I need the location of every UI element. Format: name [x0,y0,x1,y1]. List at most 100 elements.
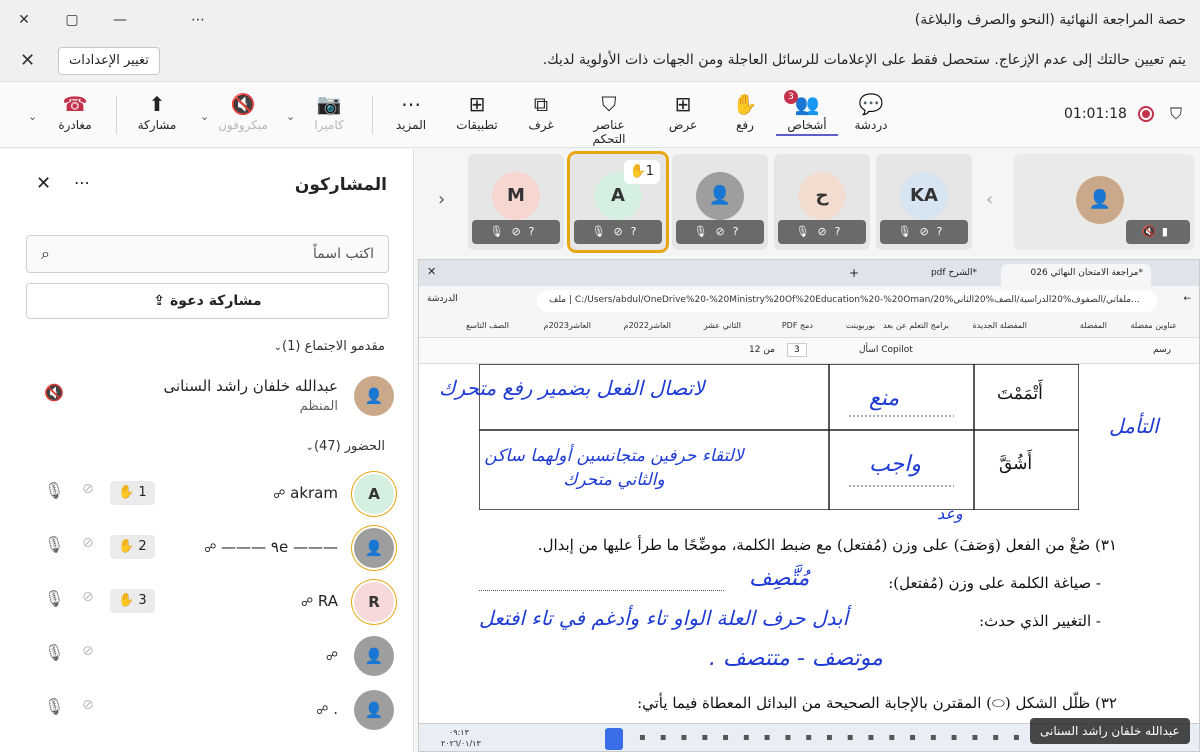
camera-off-icon: 📷 [316,92,342,116]
participant-row[interactable]: 👤 . ☍ ⊘ 🎙 [26,687,394,733]
video-strip: › M 🎙⊘? A ✋1 🎙⊘? 👤 🎙⊘? ح 🎙⊘? KA 🎙⊘? ‹ 👤 🔇▮ [414,149,1200,259]
chevron-down-icon: ⌄ [305,442,314,453]
share-invite-button[interactable]: ⇪ مشاركة دعوة [26,283,389,319]
mic-off-icon: 🎙 [44,481,65,500]
browser-tab[interactable]: *مراجعة الامتحان النهائي 026 [1001,264,1151,286]
participant-video-tile[interactable]: 👤 🎙⊘? [672,154,768,250]
handwriting-q31-top: وعد [937,504,963,523]
taskbar-mic-icon[interactable] [605,728,623,750]
tile-status-bar: 🎙⊘? [778,220,866,244]
bookmark-item[interactable]: المفضلة [1080,321,1107,330]
share-screen-icon: ⬆ [148,92,166,116]
participants-panel: ✕ ⋯ المشاركون ⌕ اكتب اسماً ⇪ مشاركة دعوة… [0,149,414,752]
avatar: 👤 [354,636,394,676]
bookmark-item[interactable]: عناوين مفضلة [1130,321,1177,330]
tile-avatar: KA [900,172,948,220]
close-window-icon[interactable]: ✕ [0,0,48,40]
close-panel-icon[interactable]: ✕ [36,173,51,194]
mic-off-icon: 🎙 [44,643,65,662]
panel-more-icon[interactable]: ⋯ [74,173,90,192]
taskbar-app-icons[interactable]: ▪▪▪▪▪▪▪▪▪▪▪▪▪▪▪▪▪▪▪ [639,732,1034,743]
maximize-window-icon[interactable]: ▢ [48,0,96,40]
participant-video-tile[interactable]: ح 🎙⊘? [774,154,870,250]
guest-icon: ☍ [316,703,329,717]
leave-options-chevron-icon[interactable]: ⌄ [28,110,37,123]
mic-options-chevron-icon[interactable]: ⌄ [200,110,209,123]
strip-prev-arrow-icon[interactable]: ‹ [986,189,993,210]
rooms-button[interactable]: ⧉ غرف [510,90,572,142]
mic-button[interactable]: 🔇 ميكروفون [212,90,274,142]
share-icon: ⇪ [153,293,171,309]
divider [372,96,373,134]
pdf-page-total: من 12 [749,345,775,355]
bookmark-item[interactable]: الثاني عشر [704,321,741,330]
camera-off-icon: ⊘ [82,535,94,551]
notification-text: يتم تعيين حالتك إلى عدم الإزعاج. ستحصل ف… [542,52,1186,68]
meeting-toolbar: ⌄ ☎ مغادرة ⬆ مشاركة ⌄ 🔇 ميكروفون ⌄ 📷 كام… [0,82,1200,148]
raised-hand-badge: ✋1 [623,160,660,184]
participant-name: RA ☍ [300,592,338,610]
avatar: A [354,474,394,514]
participant-name: ——— ٩e ——— ☍ [204,538,338,556]
bookmarks-bar: عناوين مفضلة المفضلة المفضلة الجديدة برامج … [419,316,1199,338]
pdf-draw-label[interactable]: رسم [1153,345,1171,355]
table-word-2: أَشُقَّ [999,454,1033,474]
browser-chat-label[interactable]: الدردشة [427,294,458,304]
participant-row[interactable]: 👤 ☍ ⊘ 🎙 [26,633,394,679]
taskbar-time: ٠٩:١٣ [449,728,469,737]
bookmark-item[interactable]: دمج PDF [782,321,813,330]
strip-next-arrow-icon[interactable]: › [438,189,445,210]
participant-row[interactable]: 👤 ——— ٩e ——— ☍ ✋ 2 ⊘ 🎙 [26,525,394,571]
browser-tab[interactable]: *الشرح pdf [865,264,985,286]
participant-row-organizer[interactable]: 👤 عبدالله خلفان راشد السنانى المنظم 🔇 [26,373,394,419]
participant-row[interactable]: R RA ☍ ✋ 3 ⊘ 🎙 [26,579,394,625]
question-31-a: - صياغة الكلمة على وزن (مُفتعل): [888,574,1101,592]
people-button[interactable]: 3 👥 أشخاص [776,90,838,142]
browser-address-bar: ← الدردشة ملف | C:/Users/abdul/OneDrive%… [419,286,1199,316]
participant-video-tile[interactable]: M 🎙⊘? [468,154,564,250]
controls-button[interactable]: ⛉ عناصر التحكم [578,90,640,146]
apps-button[interactable]: ⊞ تطبيقات [446,90,508,142]
question-32: ٣٢) ظلّل الشكل (⬭) المقترن بالإجابة الصح… [637,694,1117,712]
raised-hand-badge: ✋ 1 [110,481,155,505]
bookmark-item[interactable]: بوربوينت [846,321,875,330]
mic-off-icon: 🎙 [44,589,65,608]
view-button[interactable]: ⊞ عرض [652,90,714,142]
guest-icon: ☍ [325,649,338,663]
participant-video-tile[interactable]: KA 🎙⊘? [876,154,972,250]
bookmark-item[interactable]: برامج التعلم عن بعد [883,321,949,330]
participant-row[interactable]: Aakram ☍ ✋ 1 ⊘ 🎙 [26,471,394,517]
close-notification-icon[interactable]: ✕ [20,50,35,71]
new-tab-icon[interactable]: + [849,266,859,280]
camera-button[interactable]: 📷 كاميرا [298,90,360,142]
close-browser-icon[interactable]: ✕ [427,265,436,278]
taskbar-date: ٢٠٢٦/٠١/١٣ [441,739,481,748]
address-input[interactable]: ملف | C:/Users/abdul/OneDrive%20-%20Mini… [537,290,1157,312]
tile-status-bar: 🎙⊘? [676,220,764,244]
raise-hand-button[interactable]: ✋ رفع [714,90,776,142]
pdf-copilot-label[interactable]: اسأل Copilot [859,345,913,355]
bookmark-item[interactable]: الصف التاسع [466,321,509,330]
mic-off-icon: 🔇 [44,383,64,402]
minimize-window-icon[interactable]: — [96,0,144,40]
organizers-section-header[interactable]: مقدمو الاجتماع (1)⌄ [268,339,385,354]
chat-button[interactable]: 💬 دردشة [840,90,902,142]
back-arrow-icon[interactable]: ← [1183,294,1191,304]
participant-video-tile[interactable]: A ✋1 🎙⊘? [570,154,666,250]
bookmark-item[interactable]: العاشر2023م [544,321,591,330]
participant-search-input[interactable]: ⌕ اكتب اسماً [26,235,389,273]
more-button[interactable]: ⋯ المزيد [380,90,442,142]
leave-button[interactable]: ☎ مغادرة [44,90,106,142]
recording-icon [1138,106,1154,122]
bookmark-item[interactable]: العاشر2022م [624,321,671,330]
change-settings-button[interactable]: تغيير الإعدادات [58,47,160,75]
camera-options-chevron-icon[interactable]: ⌄ [286,110,295,123]
camera-off-icon: ⊘ [82,481,94,497]
presenter-video-tile[interactable]: 👤 🔇▮ [1014,154,1194,250]
camera-off-icon: ⊘ [82,643,94,659]
window-more-icon[interactable]: ⋯ [174,0,222,40]
pdf-page-input[interactable]: 3 [787,343,807,357]
attendees-section-header[interactable]: الحضور (47)⌄ [300,439,385,454]
share-button[interactable]: ⬆ مشاركة [126,90,188,142]
bookmark-item[interactable]: المفضلة الجديدة [973,321,1027,330]
